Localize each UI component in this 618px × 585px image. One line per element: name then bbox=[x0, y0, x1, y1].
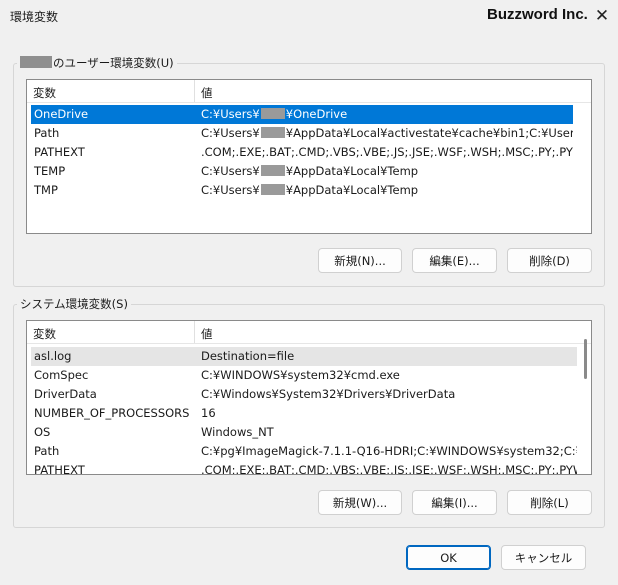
close-icon[interactable]: ✕ bbox=[592, 6, 612, 26]
variable-name: OneDrive bbox=[34, 107, 89, 121]
variable-name: PATHEXT bbox=[34, 463, 85, 475]
system-new-button[interactable]: 新規(W)... bbox=[318, 490, 402, 515]
system-delete-button[interactable]: 削除(L) bbox=[507, 490, 592, 515]
table-row[interactable]: OneDrive C:¥Users¥ ¥OneDrive bbox=[31, 105, 573, 124]
variable-value: 16 bbox=[201, 406, 216, 420]
variable-name: PATHEXT bbox=[34, 145, 85, 159]
ok-button[interactable]: OK bbox=[406, 545, 491, 570]
window-title: 環境変数 bbox=[10, 10, 59, 24]
redacted-username bbox=[20, 56, 52, 68]
scrollbar-thumb[interactable] bbox=[584, 339, 587, 379]
variable-name: Path bbox=[34, 444, 60, 458]
variable-value: .COM;.EXE;.BAT;.CMD;.VBS;.VBE;.JS;.JSE;.… bbox=[201, 145, 573, 159]
column-header-variable[interactable]: 変数 bbox=[33, 326, 56, 342]
column-divider[interactable] bbox=[194, 80, 195, 102]
list-header: 変数 値 bbox=[27, 321, 591, 344]
column-header-value[interactable]: 値 bbox=[201, 85, 213, 101]
table-row[interactable]: OS Windows_NT bbox=[31, 423, 577, 442]
vertical-scrollbar[interactable] bbox=[581, 321, 589, 474]
user-variables-list[interactable]: 変数 値 OneDrive C:¥Users¥ ¥OneDrive Path C:… bbox=[26, 79, 592, 234]
variable-name: Path bbox=[34, 126, 60, 140]
table-row[interactable]: ComSpec C:¥WINDOWS¥system32¥cmd.exe bbox=[31, 366, 577, 385]
variable-name: DriverData bbox=[34, 387, 97, 401]
table-row[interactable]: DriverData C:¥Windows¥System32¥Drivers¥D… bbox=[31, 385, 577, 404]
table-row[interactable]: NUMBER_OF_PROCESSORS 16 bbox=[31, 404, 577, 423]
variable-name: TMP bbox=[34, 183, 58, 197]
table-row[interactable]: Path C:¥pg¥ImageMagick-7.1.1-Q16-HDRI;C:… bbox=[31, 442, 577, 461]
variable-name: NUMBER_OF_PROCESSORS bbox=[34, 406, 190, 420]
redacted-username bbox=[260, 184, 285, 195]
redacted-username bbox=[260, 165, 285, 176]
variable-value: C:¥WINDOWS¥system32¥cmd.exe bbox=[201, 368, 400, 382]
user-variables-label: のユーザー環境変数(U) bbox=[53, 56, 174, 70]
variable-value: .COM;.EXE;.BAT;.CMD;.VBS;.VBE;.JS;.JSE;.… bbox=[201, 463, 577, 475]
user-edit-button[interactable]: 編集(E)... bbox=[412, 248, 497, 273]
system-variables-list[interactable]: 変数 値 asl.log Destination=file ComSpec C:… bbox=[26, 320, 592, 475]
variable-value: C:¥Users¥ ¥AppData¥Local¥Temp bbox=[201, 164, 419, 178]
variable-value: C:¥Users¥ ¥OneDrive bbox=[201, 107, 348, 121]
variable-name: OS bbox=[34, 425, 51, 439]
user-delete-button[interactable]: 削除(D) bbox=[507, 248, 592, 273]
user-variables-legend: のユーザー環境変数(U) bbox=[17, 55, 177, 71]
variable-value: Destination=file bbox=[201, 349, 295, 363]
variable-value: C:¥Windows¥System32¥Drivers¥DriverData bbox=[201, 387, 456, 401]
user-new-button[interactable]: 新規(N)... bbox=[318, 248, 402, 273]
variable-name: TEMP bbox=[34, 164, 66, 178]
table-row[interactable]: TMP C:¥Users¥ ¥AppData¥Local¥Temp bbox=[31, 181, 573, 200]
title-bar: 環境変数 Buzzword Inc. ✕ bbox=[0, 0, 618, 32]
variable-name: asl.log bbox=[34, 349, 72, 363]
column-header-value[interactable]: 値 bbox=[201, 326, 213, 342]
cancel-button[interactable]: キャンセル bbox=[501, 545, 586, 570]
table-row[interactable]: PATHEXT .COM;.EXE;.BAT;.CMD;.VBS;.VBE;.J… bbox=[31, 461, 577, 475]
system-edit-button[interactable]: 編集(I)... bbox=[412, 490, 497, 515]
brand-logo: Buzzword Inc. bbox=[487, 6, 588, 23]
variable-name: ComSpec bbox=[34, 368, 89, 382]
table-row[interactable]: TEMP C:¥Users¥ ¥AppData¥Local¥Temp bbox=[31, 162, 573, 181]
table-row[interactable]: Path C:¥Users¥ ¥AppData¥Local¥activestate… bbox=[31, 124, 573, 143]
variable-value: C:¥Users¥ ¥AppData¥Local¥Temp bbox=[201, 183, 419, 197]
table-row[interactable]: asl.log Destination=file bbox=[31, 347, 577, 366]
column-divider[interactable] bbox=[194, 321, 195, 343]
table-row[interactable]: PATHEXT .COM;.EXE;.BAT;.CMD;.VBS;.VBE;.J… bbox=[31, 143, 573, 162]
redacted-username bbox=[260, 108, 285, 119]
redacted-username bbox=[260, 127, 285, 138]
system-variables-legend: システム環境変数(S) bbox=[20, 297, 128, 311]
variable-value: C:¥pg¥ImageMagick-7.1.1-Q16-HDRI;C:¥WIND… bbox=[201, 444, 577, 458]
variable-value: C:¥Users¥ ¥AppData¥Local¥activestate¥cach… bbox=[201, 124, 573, 143]
list-header: 変数 値 bbox=[27, 80, 591, 103]
variable-value: Windows_NT bbox=[201, 425, 274, 439]
column-header-variable[interactable]: 変数 bbox=[33, 85, 56, 101]
